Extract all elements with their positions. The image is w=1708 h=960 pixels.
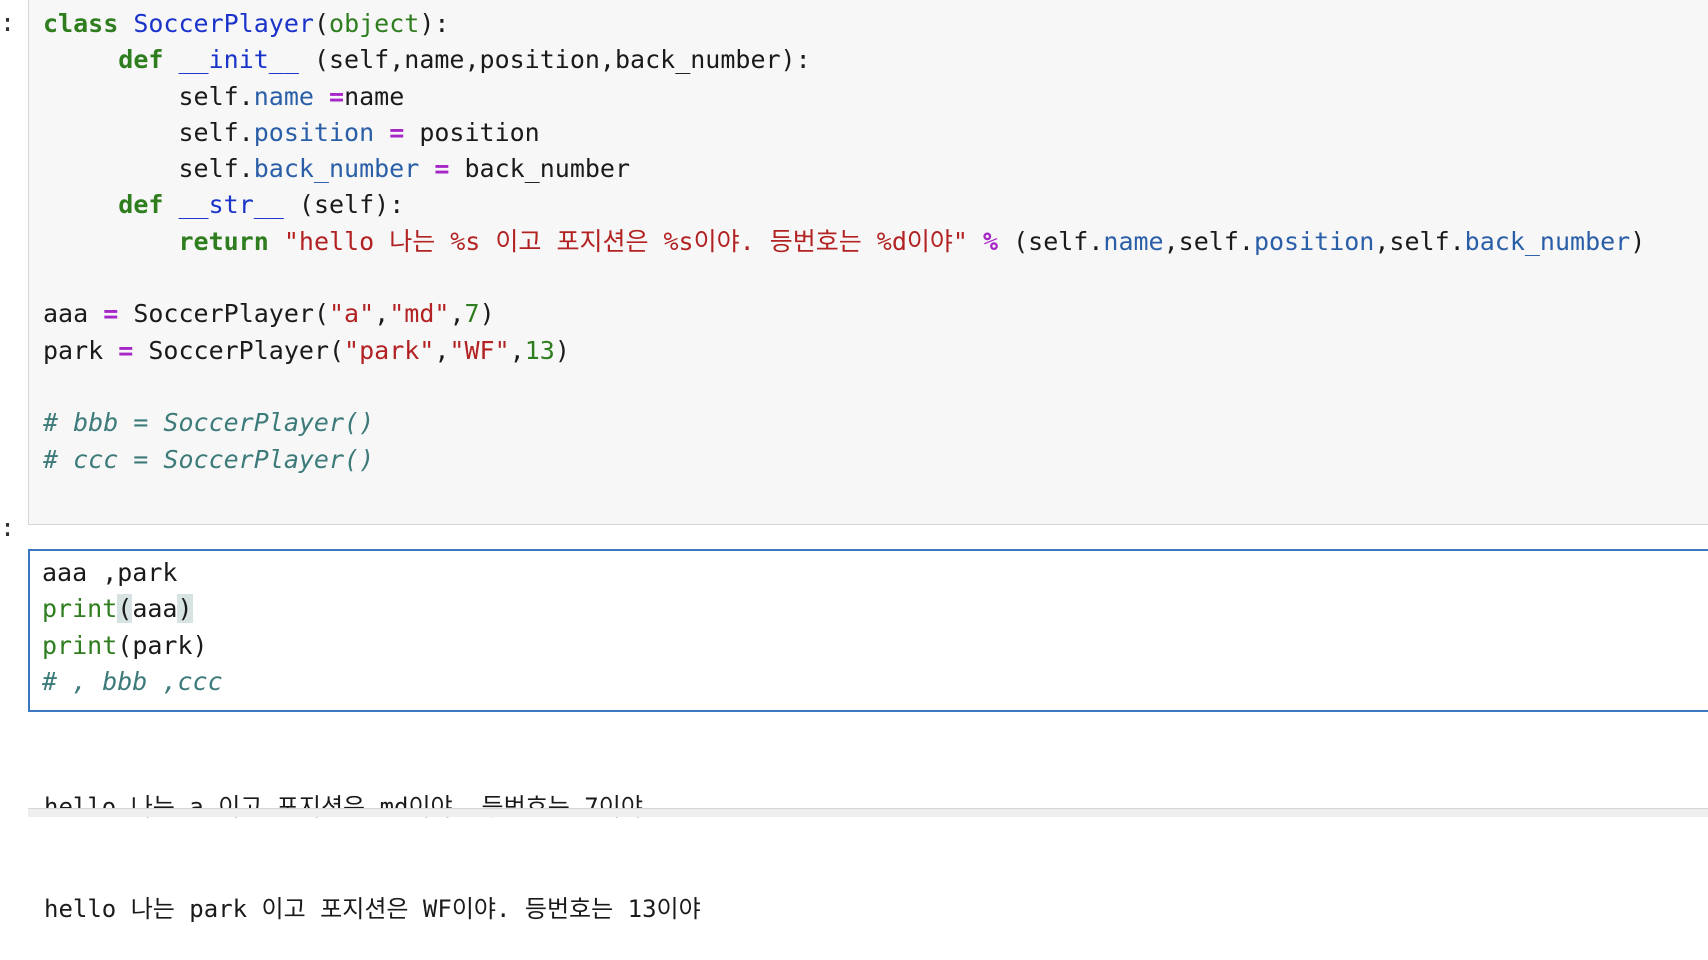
code-token: SoccerPlayer — [133, 9, 314, 38]
code-token: ( — [117, 594, 133, 624]
code-token: # ccc = SoccerPlayer() — [43, 444, 375, 474]
code-editor[interactable]: aaa ,park print(aaa) print(park) # , bbb ,c… — [42, 555, 223, 700]
code-token: ) — [554, 335, 570, 365]
code-token: def — [118, 190, 164, 220]
code-token: = — [118, 335, 134, 365]
code-token: return — [178, 226, 269, 256]
code-line: print(aaa) — [42, 591, 223, 627]
code-token: = — [329, 81, 345, 111]
code-token: print — [42, 630, 118, 660]
code-token: ,self. — [1374, 226, 1465, 256]
code-line: class SoccerPlayer(object): — [43, 6, 1645, 42]
code-token: 13 — [524, 335, 555, 365]
cell-prompt: : — [0, 8, 16, 37]
code-token: __init__ — [178, 45, 299, 75]
code-line: self.back_number = back_number — [43, 151, 1645, 187]
code-token: position — [404, 117, 540, 147]
code-token: print — [42, 594, 118, 624]
code-line: self.position = position — [43, 115, 1645, 151]
code-token: "park" — [344, 335, 435, 365]
code-line: self.name =name — [43, 79, 1645, 115]
code-token: , — [434, 335, 450, 365]
code-token: back_number — [449, 154, 631, 184]
code-token: SoccerPlayer( — [133, 335, 345, 365]
code-token: name — [253, 81, 314, 111]
code-token: park — [43, 335, 119, 365]
code-token: , — [374, 299, 390, 329]
code-token: back_number — [253, 154, 420, 184]
code-token: "hello 나는 %s 이고 포지션은 %s이야. 등번호는 %d이야" — [283, 226, 968, 256]
code-editor[interactable]: class SoccerPlayer(object): def __init__… — [43, 6, 1645, 478]
code-token: ( — [313, 9, 330, 38]
code-token: object — [329, 9, 420, 38]
code-token: ) — [1630, 226, 1646, 256]
code-token: __str__ — [178, 190, 284, 220]
code-token: self. — [43, 81, 254, 111]
code-token: (self,name,position,back_number): — [298, 45, 811, 75]
code-token: ) — [479, 299, 495, 329]
output-line: hello 나는 park 이고 포지션은 WF이야. 등번호는 13이야 — [44, 895, 701, 923]
code-token: = — [103, 299, 119, 329]
code-token: = — [434, 154, 450, 184]
code-token: = — [389, 117, 405, 147]
code-line: aaa = SoccerPlayer("a","md",7) — [43, 296, 1645, 332]
code-line: return "hello 나는 %s 이고 포지션은 %s이야. 등번호는 %… — [43, 224, 1645, 260]
code-token: position — [253, 117, 375, 147]
code-line: park = SoccerPlayer("park","WF",13) — [43, 333, 1645, 369]
code-token: self. — [43, 117, 254, 147]
code-token: (self): — [283, 190, 405, 220]
code-line: aaa ,park — [42, 555, 223, 591]
code-line: # ccc = SoccerPlayer() — [43, 442, 1645, 478]
code-line: # , bbb ,ccc — [42, 664, 223, 700]
code-token: (park) — [117, 630, 208, 660]
code-token: aaa — [43, 299, 104, 329]
code-token: # bbb = SoccerPlayer() — [43, 408, 375, 438]
code-token: # , bbb ,ccc — [42, 666, 223, 696]
code-token: aaa — [132, 594, 178, 624]
code-token: "WF" — [449, 335, 510, 365]
code-token: name — [1103, 226, 1164, 256]
code-token: % — [982, 226, 999, 256]
code-token: self. — [43, 154, 254, 184]
code-token: , — [449, 299, 465, 329]
code-token: ) — [177, 594, 193, 624]
cell-prompt: : — [0, 513, 16, 542]
code-token: ,self. — [1163, 226, 1254, 256]
code-token: , — [509, 335, 525, 365]
code-token: back_number — [1464, 226, 1631, 256]
code-token: (self. — [998, 226, 1104, 256]
code-token: def — [118, 45, 164, 75]
code-token: SoccerPlayer( — [118, 299, 329, 329]
code-token: name — [344, 81, 405, 111]
code-line: # bbb = SoccerPlayer() — [43, 405, 1645, 441]
code-line: def __init__ (self,name,position,back_nu… — [43, 42, 1645, 78]
code-token: ): — [419, 9, 450, 38]
code-token: position — [1253, 226, 1375, 256]
code-cell-class-definition[interactable]: class SoccerPlayer(object): def __init__… — [28, 0, 1708, 525]
code-token: aaa ,park — [42, 558, 178, 587]
code-line: def __str__ (self): — [43, 187, 1645, 223]
output-line: hello 나는 a 이고 포지션은 md이야. 등번호는 7이야 — [44, 793, 643, 821]
code-line: print(park) — [42, 628, 223, 664]
code-token: 7 — [464, 299, 480, 329]
code-token: class — [43, 9, 119, 38]
code-cell-print-players[interactable]: aaa ,park print(aaa) print(park) # , bbb ,c… — [28, 549, 1708, 712]
code-token: "md" — [389, 299, 450, 329]
cell-output: hello 나는 a 이고 포지션은 md이야. 등번호는 7이야 hello … — [44, 722, 701, 960]
code-token: "a" — [329, 299, 375, 329]
